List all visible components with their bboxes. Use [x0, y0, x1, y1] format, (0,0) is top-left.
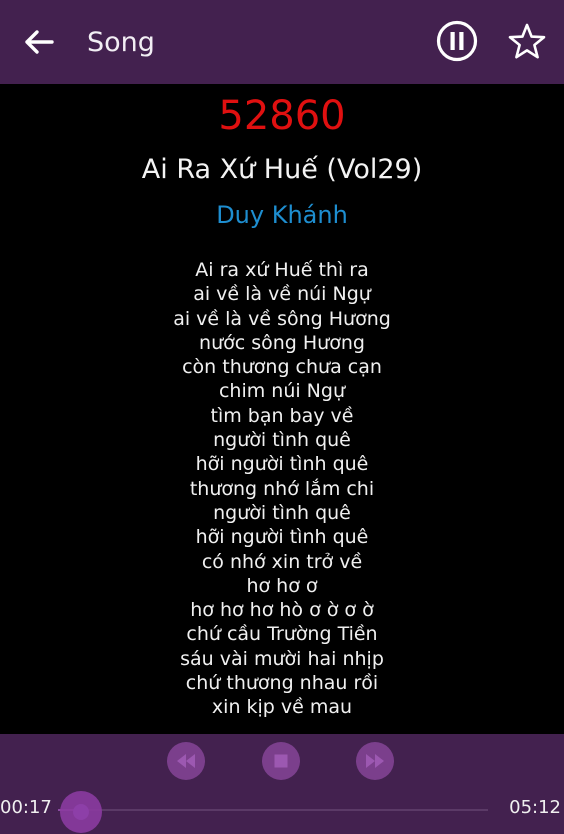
- seek-bar[interactable]: [58, 809, 488, 811]
- lyric-line: có nhớ xin trở về: [201, 550, 363, 573]
- lyric-line: chim núi Ngự: [218, 380, 346, 403]
- fast-forward-button[interactable]: [356, 742, 394, 780]
- lyric-line: hỡi người tình quê: [195, 526, 369, 549]
- lyric-line: hơ hơ hơ hò ơ ờ ơ ờ: [190, 599, 374, 622]
- rewind-icon: [177, 754, 195, 768]
- star-outline-icon: [508, 23, 546, 59]
- lyric-line: Ai ra xứ Huế thì ra: [195, 259, 369, 281]
- lyric-line: chứ cầu Trường Tiền: [186, 623, 378, 646]
- lyric-line: nước sông Hương: [199, 331, 365, 354]
- lyric-line: tìm bạn bay về: [210, 404, 354, 427]
- song-artist: Duy Khánh: [216, 201, 348, 229]
- page-title: Song: [87, 27, 155, 58]
- pause-button[interactable]: [436, 20, 478, 62]
- song-detail[interactable]: 52860 Ai Ra Xứ Huế (Vol29) Duy Khánh Ai …: [0, 84, 564, 734]
- lyric-line: ai về là về sông Hương: [173, 307, 391, 330]
- lyric-line: người tình quê: [213, 429, 351, 452]
- stop-button[interactable]: [262, 742, 300, 780]
- lyric-line: còn thương chưa cạn: [182, 356, 382, 379]
- song-code: 52860: [218, 93, 346, 139]
- lyrics: Ai ra xứ Huế thì ra ai về là về núi Ngự …: [0, 258, 564, 720]
- lyric-line: người tình quê: [213, 501, 351, 524]
- lyric-line: hỡi người tình quê: [195, 453, 369, 476]
- song-title: Ai Ra Xứ Huế (Vol29): [141, 154, 423, 185]
- elapsed-time: 00:17: [0, 797, 52, 818]
- app-bar: Song: [0, 0, 564, 84]
- fast-forward-icon: [366, 754, 384, 768]
- lyric-line: sáu vài mười hai nhịp: [180, 647, 384, 670]
- stop-icon: [274, 754, 288, 768]
- back-button[interactable]: [24, 28, 56, 56]
- lyric-line: xin kịp về mau: [211, 696, 353, 719]
- lyric-line: chứ thương nhau rồi: [185, 672, 379, 695]
- seek-thumb[interactable]: [60, 791, 103, 833]
- lyric-line: hơ hơ ơ: [246, 574, 318, 597]
- total-time: 05:12: [509, 797, 561, 818]
- lyric-line: ai về là về núi Ngự: [193, 283, 371, 306]
- rewind-button[interactable]: [167, 742, 205, 780]
- pause-circle-icon: [436, 20, 478, 62]
- player-bar: 00:17 05:12: [0, 734, 564, 834]
- favorite-button[interactable]: [507, 22, 547, 62]
- arrow-left-icon: [25, 30, 54, 54]
- lyric-line: thương nhớ lắm chi: [189, 477, 375, 500]
